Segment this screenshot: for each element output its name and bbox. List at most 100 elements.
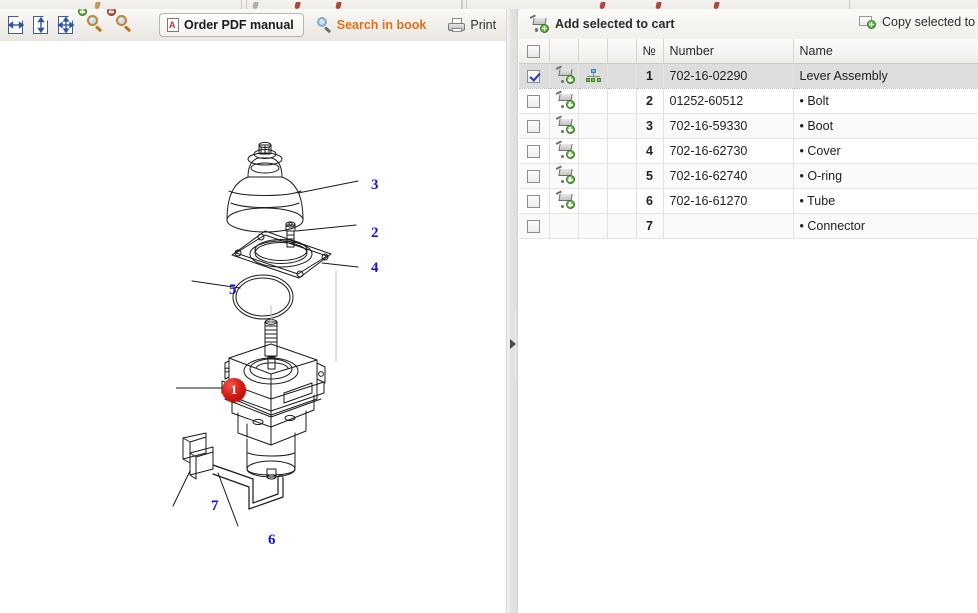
splitter-collapse-handle[interactable] — [509, 309, 516, 381]
row-checkbox-cell[interactable] — [519, 163, 550, 189]
row-blank-cell — [607, 113, 637, 139]
callout-1-active-badge[interactable]: 1 — [222, 378, 246, 402]
print-link[interactable]: Print — [448, 18, 496, 32]
table-row[interactable]: 6 702-16-61270 • Tube — [519, 188, 978, 214]
row-name[interactable]: • O-ring — [793, 163, 978, 189]
table-row[interactable]: 7 • Connector — [519, 213, 978, 239]
add-selected-to-cart-button[interactable]: Add selected to cart — [529, 13, 675, 33]
row-checkbox[interactable] — [527, 94, 541, 108]
row-number[interactable]: 702-16-59330 — [663, 113, 794, 139]
order-pdf-manual-button[interactable]: Order PDF manual — [159, 13, 304, 37]
fit-width-icon[interactable] — [6, 15, 26, 35]
row-tree-cell — [578, 88, 608, 114]
row-name[interactable]: • Tube — [793, 188, 978, 214]
row-no: 3 — [636, 113, 664, 139]
callout-3[interactable]: 3 — [371, 177, 379, 194]
zoom-in-icon[interactable] — [78, 9, 106, 35]
row-cart-cell[interactable] — [549, 188, 579, 214]
row-checkbox[interactable] — [527, 69, 541, 83]
row-number[interactable]: 01252-60512 — [663, 88, 794, 114]
fit-height-icon[interactable] — [31, 15, 51, 35]
row-checkbox[interactable] — [527, 219, 541, 233]
exploded-parts-drawing — [172, 141, 359, 527]
row-checkbox-cell[interactable] — [519, 213, 550, 239]
row-tree-cell[interactable] — [578, 63, 608, 89]
row-cart-cell[interactable] — [549, 63, 579, 89]
shopping-cart-add-icon[interactable] — [555, 115, 575, 135]
shopping-cart-add-icon[interactable] — [555, 190, 575, 210]
pdf-file-icon — [167, 18, 179, 32]
table-row[interactable]: 5 702-16-62740 • O-ring — [519, 163, 978, 189]
pane-splitter[interactable] — [506, 9, 518, 613]
callout-5[interactable]: 5 — [229, 282, 237, 299]
row-cart-cell[interactable] — [549, 163, 579, 189]
row-number[interactable]: 702-16-02290 — [663, 63, 794, 89]
row-no: 6 — [636, 188, 664, 214]
table-row[interactable]: 4 702-16-62730 • Cover — [519, 138, 978, 164]
row-checkbox-cell[interactable] — [519, 88, 550, 114]
shopping-cart-add-icon[interactable] — [555, 90, 575, 110]
row-number[interactable] — [663, 213, 794, 239]
shopping-cart-add-icon[interactable] — [555, 165, 575, 185]
search-in-book-link[interactable]: Search in book — [316, 17, 426, 34]
row-number[interactable]: 702-16-62740 — [663, 163, 794, 189]
parts-table-container[interactable]: № Number Name 1 702-16-02290 Lever Assem… — [519, 39, 978, 239]
header-cart-col — [549, 39, 579, 64]
row-checkbox-cell[interactable] — [519, 138, 550, 164]
header-number[interactable]: Number — [663, 39, 794, 64]
callout-6[interactable]: 6 — [268, 532, 276, 549]
callout-7[interactable]: 7 — [211, 498, 219, 515]
copy-selected-to-clipboard-button[interactable]: Copy selected to c — [859, 15, 978, 29]
header-select-all[interactable] — [519, 39, 550, 64]
view-mode-icon-group — [0, 9, 135, 35]
row-name[interactable]: • Cover — [793, 138, 978, 164]
row-tree-cell — [578, 138, 608, 164]
fit-page-icon[interactable] — [56, 15, 76, 35]
printer-icon — [448, 18, 466, 32]
row-checkbox[interactable] — [527, 144, 541, 158]
callout-2[interactable]: 2 — [371, 225, 379, 242]
row-checkbox[interactable] — [527, 119, 541, 133]
row-blank-cell — [607, 163, 637, 189]
parts-list-pane: Add selected to cart Copy selected to c — [519, 9, 978, 613]
order-pdf-manual-label: Order PDF manual — [184, 18, 294, 32]
shopping-cart-add-icon[interactable] — [555, 140, 575, 160]
row-blank-cell — [607, 213, 637, 239]
chevron-right-icon — [510, 339, 516, 349]
row-tree-cell — [578, 163, 608, 189]
row-name[interactable]: • Connector — [793, 213, 978, 239]
zoom-out-icon[interactable] — [107, 9, 135, 35]
row-cart-cell[interactable] — [549, 138, 579, 164]
row-name[interactable]: • Boot — [793, 113, 978, 139]
shopping-cart-add-icon[interactable] — [555, 65, 575, 85]
row-number[interactable]: 702-16-61270 — [663, 188, 794, 214]
callout-4[interactable]: 4 — [371, 260, 379, 277]
table-header-row: № Number Name — [519, 39, 978, 64]
add-selected-to-cart-label: Add selected to cart — [555, 17, 675, 31]
header-name[interactable]: Name — [793, 39, 978, 64]
row-name[interactable]: Lever Assembly — [793, 63, 978, 89]
print-label: Print — [470, 18, 497, 32]
parts-diagram-canvas[interactable]: 3 2 4 5 7 6 1 — [0, 41, 506, 613]
row-no: 2 — [636, 88, 664, 114]
copy-add-icon — [859, 15, 876, 29]
row-checkbox-cell[interactable] — [519, 188, 550, 214]
row-cart-cell[interactable] — [549, 113, 579, 139]
header-no[interactable]: № — [636, 39, 664, 64]
select-all-checkbox[interactable] — [527, 44, 541, 58]
row-name[interactable]: • Bolt — [793, 88, 978, 114]
row-tree-cell — [578, 213, 608, 239]
row-cart-cell[interactable] — [549, 88, 579, 114]
table-row[interactable]: 1 702-16-02290 Lever Assembly — [519, 63, 978, 89]
parts-table-body: 1 702-16-02290 Lever Assembly 2 01252-60… — [519, 63, 978, 239]
table-row[interactable]: 2 01252-60512 • Bolt — [519, 88, 978, 114]
row-number[interactable]: 702-16-62730 — [663, 138, 794, 164]
row-checkbox-cell[interactable] — [519, 63, 550, 89]
hierarchy-tree-icon[interactable] — [585, 68, 602, 83]
row-checkbox[interactable] — [527, 194, 541, 208]
row-checkbox[interactable] — [527, 169, 541, 183]
diagram-viewer-pane: Order PDF manual Search in book Print — [0, 9, 506, 613]
row-checkbox-cell[interactable] — [519, 113, 550, 139]
row-no: 4 — [636, 138, 664, 164]
table-row[interactable]: 3 702-16-59330 • Boot — [519, 113, 978, 139]
